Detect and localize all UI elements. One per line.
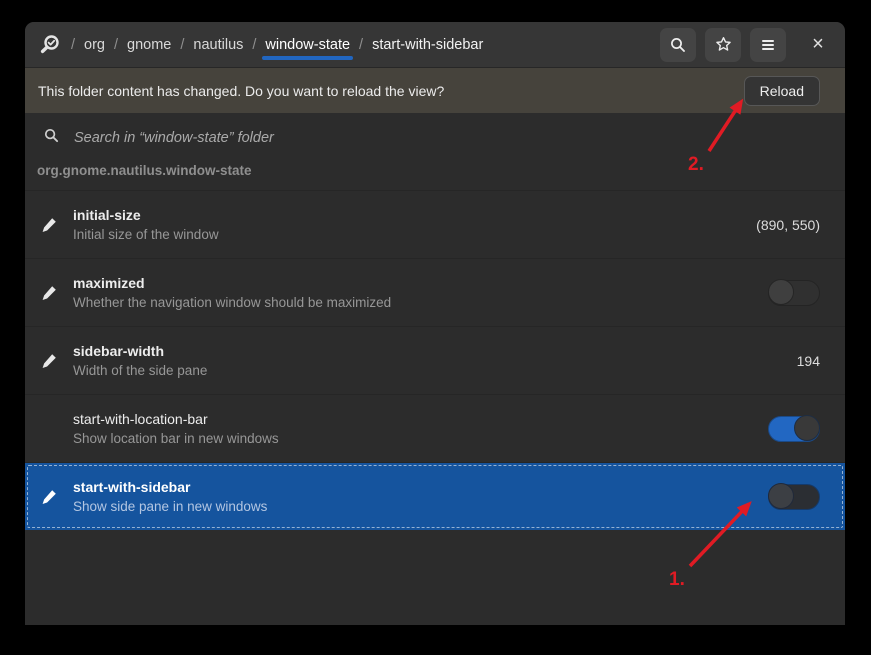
key-summary: Initial size of the window bbox=[73, 226, 219, 243]
key-row-sidebar-width[interactable]: sidebar-width Width of the side pane 194 bbox=[25, 326, 845, 394]
bookmarks-button[interactable] bbox=[705, 28, 741, 62]
bookmark-star-icon bbox=[715, 36, 732, 53]
breadcrumb-item-window-state[interactable]: window-state bbox=[265, 37, 350, 53]
edited-pencil-icon bbox=[25, 285, 73, 301]
edited-pencil-icon bbox=[25, 217, 73, 233]
close-icon: × bbox=[812, 33, 824, 56]
close-button[interactable]: × bbox=[801, 28, 835, 62]
key-summary: Show location bar in new windows bbox=[73, 430, 279, 447]
key-value: (890, 550) bbox=[756, 217, 820, 233]
infobar-message: This folder content has changed. Do you … bbox=[38, 83, 444, 99]
key-value: 194 bbox=[797, 353, 820, 369]
key-summary: Width of the side pane bbox=[73, 362, 207, 379]
key-name: initial-size bbox=[73, 206, 219, 224]
key-row-start-with-sidebar[interactable]: start-with-sidebar Show side pane in new… bbox=[25, 462, 845, 530]
headerbar-actions: × bbox=[660, 28, 835, 62]
dconf-editor-window: / org / gnome / nautilus / window-state … bbox=[25, 22, 845, 625]
breadcrumb-separator: / bbox=[71, 37, 75, 53]
search-field[interactable]: Search in “window-state” folder bbox=[25, 113, 845, 163]
start-with-location-bar-toggle[interactable] bbox=[768, 416, 820, 442]
breadcrumb: / org / gnome / nautilus / window-state … bbox=[71, 37, 483, 53]
search-placeholder: Search in “window-state” folder bbox=[74, 130, 274, 146]
breadcrumb-item-nautilus[interactable]: nautilus bbox=[193, 37, 243, 53]
key-row-maximized[interactable]: maximized Whether the navigation window … bbox=[25, 258, 845, 326]
breadcrumb-item-start-with-sidebar[interactable]: start-with-sidebar bbox=[372, 37, 483, 53]
schema-section-title: org.gnome.nautilus.window-state bbox=[25, 163, 845, 190]
key-list: initial-size Initial size of the window … bbox=[25, 190, 845, 530]
edited-pencil-icon bbox=[25, 489, 73, 505]
breadcrumb-item-gnome[interactable]: gnome bbox=[127, 37, 171, 53]
search-icon bbox=[670, 37, 686, 53]
key-row-start-with-location-bar[interactable]: start-with-location-bar Show location ba… bbox=[25, 394, 845, 462]
breadcrumb-separator: / bbox=[252, 37, 256, 53]
infobar: This folder content has changed. Do you … bbox=[25, 68, 845, 113]
key-name: maximized bbox=[73, 274, 391, 292]
headerbar: / org / gnome / nautilus / window-state … bbox=[25, 22, 845, 68]
breadcrumb-item-org[interactable]: org bbox=[84, 37, 105, 53]
dconf-logo-icon bbox=[39, 34, 61, 56]
breadcrumb-separator: / bbox=[359, 37, 363, 53]
key-summary: Whether the navigation window should be … bbox=[73, 294, 391, 311]
key-summary: Show side pane in new windows bbox=[73, 498, 267, 515]
search-button[interactable] bbox=[660, 28, 696, 62]
reload-button[interactable]: Reload bbox=[744, 76, 820, 106]
breadcrumb-separator: / bbox=[180, 37, 184, 53]
breadcrumb-separator: / bbox=[114, 37, 118, 53]
key-name: sidebar-width bbox=[73, 342, 207, 360]
key-row-initial-size[interactable]: initial-size Initial size of the window … bbox=[25, 190, 845, 258]
menu-button[interactable] bbox=[750, 28, 786, 62]
search-icon bbox=[44, 128, 59, 148]
maximized-toggle[interactable] bbox=[768, 280, 820, 306]
edited-pencil-icon bbox=[25, 353, 73, 369]
menu-icon bbox=[761, 39, 775, 51]
start-with-sidebar-toggle[interactable] bbox=[768, 484, 820, 510]
key-name: start-with-location-bar bbox=[73, 410, 279, 428]
key-name: start-with-sidebar bbox=[73, 478, 267, 496]
